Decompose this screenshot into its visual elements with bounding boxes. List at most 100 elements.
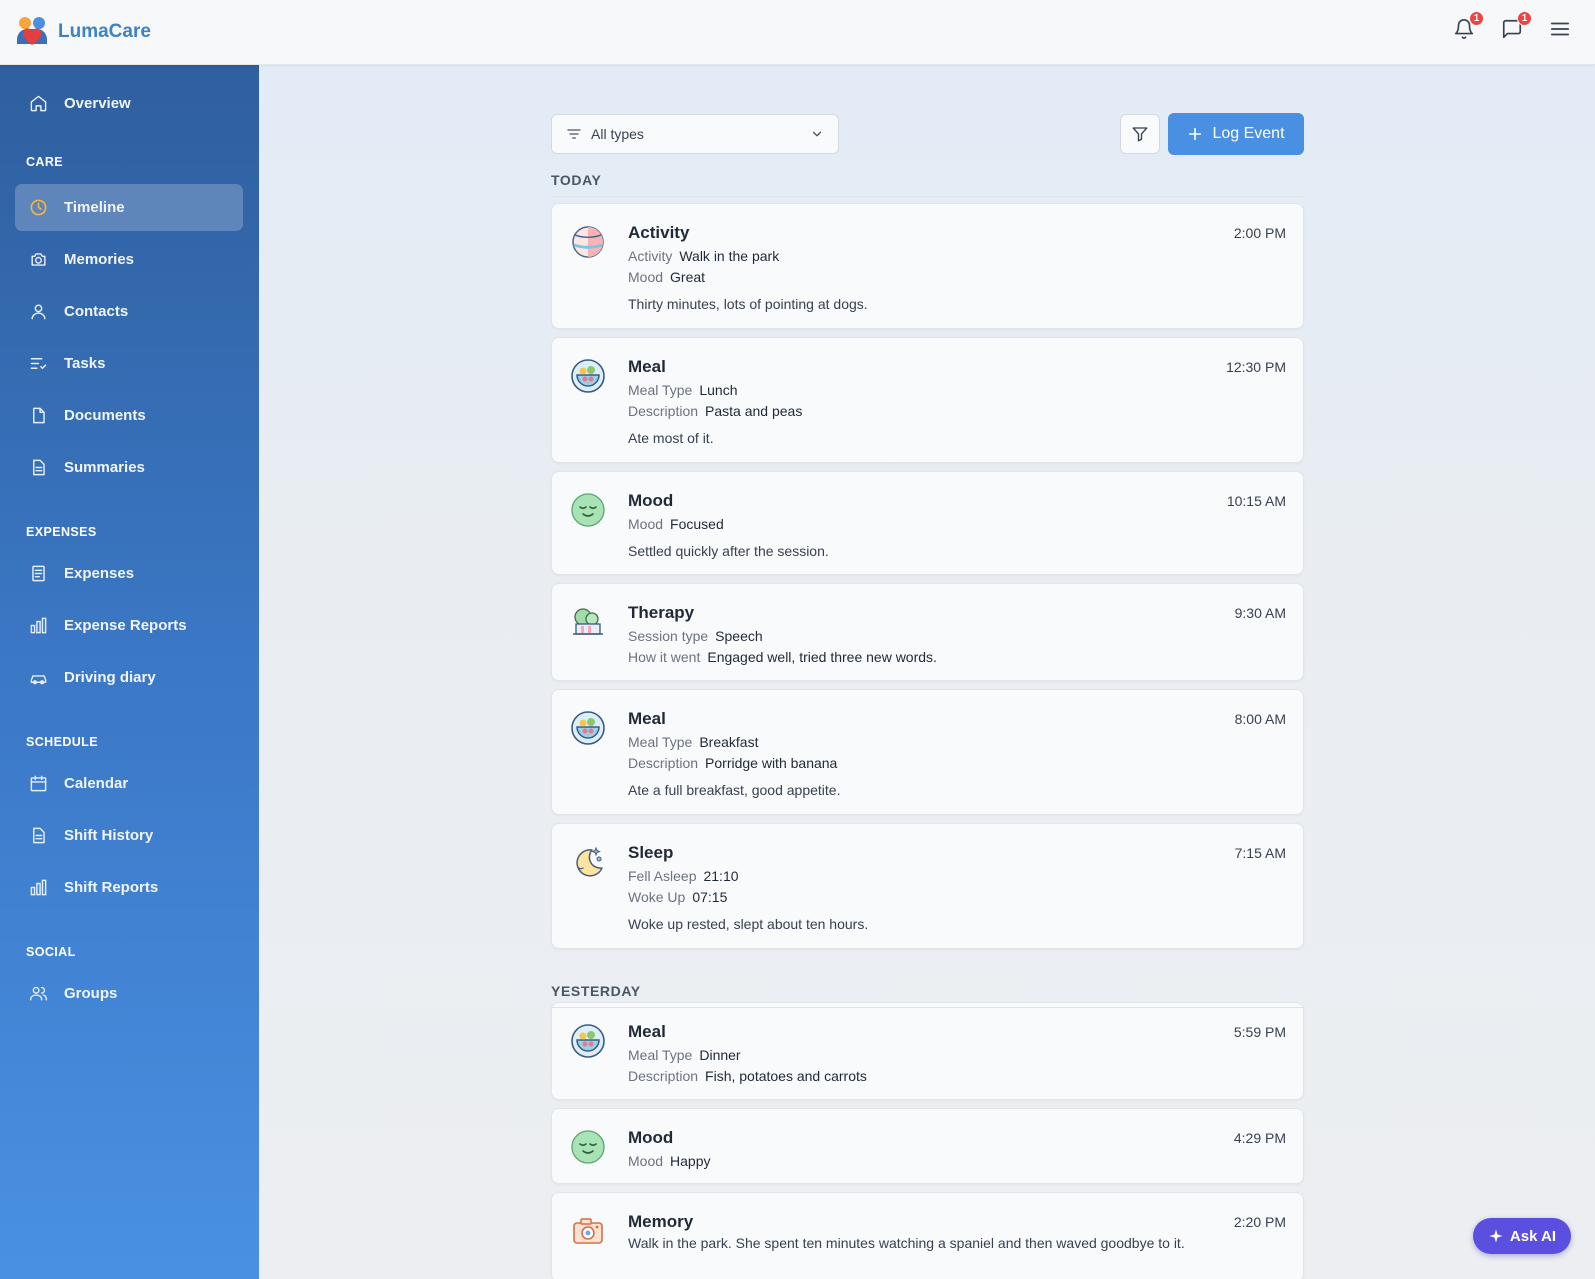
menu-button[interactable]: [1547, 16, 1573, 42]
sidebar-item-label: Memories: [64, 251, 135, 268]
timeline-event-card[interactable]: Activity 2:00 PM Activity Walk in the park M…: [551, 203, 1304, 329]
field-value: Breakfast: [699, 734, 759, 750]
timeline-event-card[interactable]: Memory 2:20 PM Walk in the park. She spent…: [551, 1192, 1304, 1279]
field-key: Mood: [628, 269, 664, 285]
timeline-event-card[interactable]: Therapy 9:30 AM Session type Speech How it w…: [551, 583, 1304, 681]
bar-chart-icon: [30, 879, 47, 896]
sidebar-item-label: Overview: [64, 95, 131, 112]
notifications-button[interactable]: 1: [1451, 11, 1484, 42]
sidebar-item-expenses[interactable]: Expenses: [15, 550, 243, 597]
sidebar-item-driving-diary[interactable]: Driving diary: [15, 654, 243, 701]
event-time: 8:00 AM: [1234, 711, 1286, 727]
sparkle-icon: [1489, 1229, 1503, 1243]
field-key: Meal Type: [628, 734, 693, 750]
event-field: Mood Happy: [628, 1151, 711, 1172]
sidebar-item-memories[interactable]: Memories: [15, 236, 243, 283]
sidebar-item-label: Tasks: [64, 355, 106, 372]
sidebar-item-label: Timeline: [64, 199, 125, 216]
log-event-button[interactable]: Log Event: [1168, 113, 1304, 155]
sidebar-item-label: Expense Reports: [64, 617, 187, 634]
document-icon: [33, 827, 45, 844]
field-key: Mood: [628, 516, 664, 532]
sidebar-item-shift-history[interactable]: Shift History: [15, 812, 243, 859]
day-label-today: TODAY: [551, 172, 1304, 197]
event-note: Walk in the park. She spent ten minutes …: [628, 1235, 1185, 1251]
food-bowl-icon: [570, 710, 606, 746]
event-field: Session type Speech: [628, 626, 937, 647]
timeline-event-card[interactable]: Meal 12:30 PM Meal Type Lunch Description Pas…: [551, 337, 1304, 463]
smiley-icon: [570, 1129, 606, 1165]
food-bowl-icon: [570, 1023, 606, 1059]
event-time: 12:30 PM: [1226, 359, 1286, 375]
sidebar-item-expense-reports[interactable]: Expense Reports: [15, 602, 243, 649]
event-title: Therapy: [628, 603, 695, 622]
event-fields: Fell Asleep 21:10 Woke Up 07:15: [628, 866, 739, 908]
checklist-icon: [30, 358, 47, 370]
sidebar-item-label: Documents: [64, 407, 146, 424]
event-time: 4:29 PM: [1233, 1130, 1286, 1146]
field-value: Focused: [670, 516, 724, 532]
sidebar-item-label: Contacts: [64, 303, 129, 320]
sidebar-item-summaries[interactable]: Summaries: [15, 444, 243, 491]
event-title: Meal: [628, 357, 666, 376]
log-event-label: Log Event: [1212, 125, 1285, 142]
car-icon: [30, 675, 47, 685]
sidebar-item-overview[interactable]: Overview: [15, 80, 243, 127]
messages-button[interactable]: 1: [1499, 11, 1532, 42]
timeline-event-card[interactable]: Meal 5:59 PM Meal Type Dinner Description Fis…: [551, 1002, 1304, 1100]
plus-icon: [1189, 127, 1202, 141]
camera-icon: [31, 253, 46, 266]
timeline-event-card[interactable]: Sleep 7:15 AM Fell Asleep 21:10 Woke Up 07:15…: [551, 823, 1304, 949]
sidebar-item-shift-reports[interactable]: Shift Reports: [15, 864, 243, 911]
event-note: Woke up rested, slept about ten hours.: [628, 916, 869, 932]
section-label-expenses: EXPENSES: [26, 525, 97, 539]
event-field: Description Pasta and peas: [628, 401, 802, 422]
ask-ai-button[interactable]: Ask AI: [1473, 1218, 1571, 1254]
food-bowl-icon: [570, 358, 606, 394]
day-label-yesterday: YESTERDAY: [551, 983, 1304, 1008]
timeline-event-card[interactable]: Mood 10:15 AM Mood Focused Settled quickly a…: [551, 471, 1304, 575]
field-key: Description: [628, 1068, 699, 1084]
sidebar-item-label: Shift Reports: [64, 879, 159, 896]
event-title: Mood: [628, 491, 674, 510]
sidebar-item-label: Expenses: [64, 565, 135, 582]
sidebar-item-label: Groups: [64, 985, 118, 1002]
sidebar-item-calendar[interactable]: Calendar: [15, 760, 243, 807]
therapy-icon: [570, 604, 606, 640]
sidebar-item-groups[interactable]: Groups: [15, 970, 243, 1017]
event-field: Meal Type Lunch: [628, 380, 802, 401]
event-field: Mood Focused: [628, 514, 724, 535]
field-value: Pasta and peas: [705, 403, 803, 419]
funnel-icon: [1132, 127, 1148, 142]
event-time: 7:15 AM: [1234, 845, 1286, 861]
event-time: 2:00 PM: [1233, 225, 1286, 241]
field-value: Happy: [670, 1153, 711, 1169]
brand[interactable]: LumaCare: [14, 14, 151, 50]
sidebar-item-tasks[interactable]: Tasks: [15, 340, 243, 387]
event-field: Activity Walk in the park: [628, 246, 779, 267]
ball-icon: [570, 224, 606, 260]
sidebar-item-documents[interactable]: Documents: [15, 392, 243, 439]
calendar-icon: [30, 775, 47, 792]
field-key: Fell Asleep: [628, 868, 697, 884]
event-type-value: All types: [591, 126, 644, 142]
timeline-event-card[interactable]: Mood 4:29 PM Mood Happy: [551, 1108, 1304, 1184]
filter-button[interactable]: [1120, 114, 1160, 154]
smiley-icon: [570, 492, 606, 528]
event-field: Description Fish, potatoes and carrots: [628, 1066, 867, 1087]
field-value: Lunch: [699, 382, 738, 398]
event-title: Mood: [628, 1128, 674, 1147]
event-fields: Meal Type Lunch Description Pasta and peas: [628, 380, 802, 422]
event-note: Thirty minutes, lots of pointing at dogs…: [628, 296, 868, 312]
main-content: All types Log Event TODAY Activity 2:00 P…: [259, 65, 1595, 1279]
event-type-select[interactable]: All types: [551, 114, 839, 154]
sidebar-item-contacts[interactable]: Contacts: [15, 288, 243, 335]
user-icon: [31, 304, 46, 320]
sidebar-item-timeline[interactable]: Timeline: [15, 184, 243, 231]
event-time: 9:30 AM: [1234, 605, 1286, 621]
timeline-event-card[interactable]: Meal 8:00 AM Meal Type Breakfast Description…: [551, 689, 1304, 815]
event-title: Meal: [628, 1022, 666, 1041]
event-fields: Meal Type Dinner Description Fish, potatoes…: [628, 1045, 867, 1087]
event-fields: Meal Type Breakfast Description Porridge wi…: [628, 732, 837, 774]
sidebar-item-label: Driving diary: [64, 669, 156, 686]
